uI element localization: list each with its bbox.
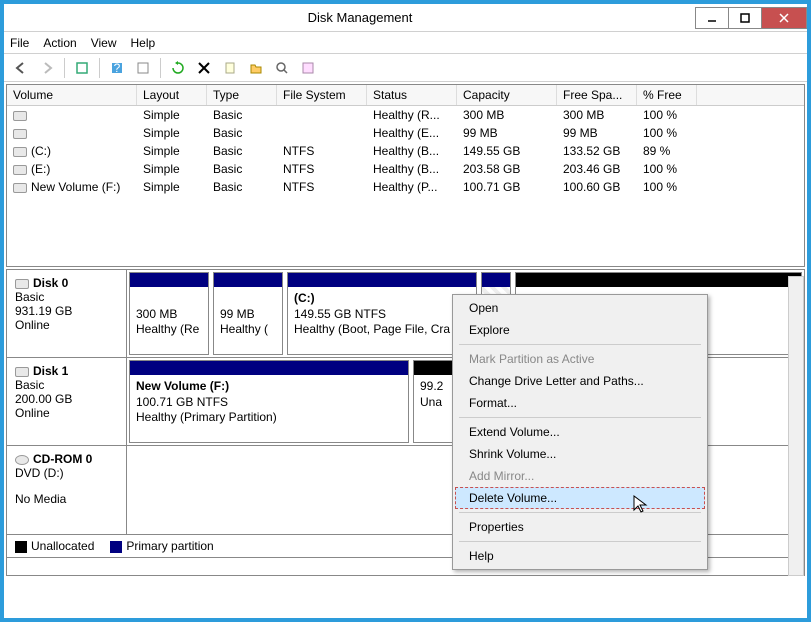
- context-menu: Open Explore Mark Partition as Active Ch…: [452, 294, 708, 570]
- svg-text:?: ?: [114, 61, 121, 75]
- help-icon[interactable]: ?: [106, 57, 128, 79]
- tool-icon[interactable]: [132, 57, 154, 79]
- ctx-change-letter[interactable]: Change Drive Letter and Paths...: [455, 370, 705, 392]
- ctx-help[interactable]: Help: [455, 545, 705, 567]
- ctx-properties[interactable]: Properties: [455, 516, 705, 538]
- volume-row[interactable]: SimpleBasicHealthy (R...300 MB300 MB100 …: [7, 106, 804, 124]
- ctx-add-mirror: Add Mirror...: [455, 465, 705, 487]
- col-pctfree[interactable]: % Free: [637, 85, 697, 105]
- ctx-extend[interactable]: Extend Volume...: [455, 421, 705, 443]
- close-button[interactable]: [761, 7, 807, 29]
- col-capacity[interactable]: Capacity: [457, 85, 557, 105]
- partition[interactable]: 99 MBHealthy (: [213, 272, 283, 355]
- properties-icon[interactable]: [219, 57, 241, 79]
- toolbar: ?: [4, 54, 807, 82]
- volume-row[interactable]: New Volume (F:)SimpleBasicNTFSHealthy (P…: [7, 178, 804, 196]
- menubar: File Action View Help: [4, 32, 807, 54]
- col-type[interactable]: Type: [207, 85, 277, 105]
- ctx-explore[interactable]: Explore: [455, 319, 705, 341]
- volume-list: Volume Layout Type File System Status Ca…: [6, 84, 805, 267]
- disk-icon: [15, 367, 29, 377]
- delete-icon[interactable]: [193, 57, 215, 79]
- window-title: Disk Management: [24, 10, 696, 25]
- volume-row[interactable]: (C:)SimpleBasicNTFSHealthy (B...149.55 G…: [7, 142, 804, 160]
- partition-unallocated[interactable]: 99.2Una: [413, 360, 453, 443]
- search-icon[interactable]: [271, 57, 293, 79]
- ctx-format[interactable]: Format...: [455, 392, 705, 414]
- options-icon[interactable]: [297, 57, 319, 79]
- col-status[interactable]: Status: [367, 85, 457, 105]
- minimize-button[interactable]: [695, 7, 729, 29]
- maximize-button[interactable]: [728, 7, 762, 29]
- titlebar: Disk Management: [4, 4, 807, 32]
- volume-row[interactable]: (E:)SimpleBasicNTFSHealthy (B...203.58 G…: [7, 160, 804, 178]
- menu-action[interactable]: Action: [43, 36, 76, 50]
- refresh-icon[interactable]: [167, 57, 189, 79]
- ctx-delete-volume[interactable]: Delete Volume...: [455, 487, 705, 509]
- menu-help[interactable]: Help: [131, 36, 156, 50]
- col-free[interactable]: Free Spa...: [557, 85, 637, 105]
- settings-icon[interactable]: [71, 57, 93, 79]
- scrollbar[interactable]: [788, 276, 804, 576]
- folder-icon[interactable]: [245, 57, 267, 79]
- forward-button[interactable]: [36, 57, 58, 79]
- col-layout[interactable]: Layout: [137, 85, 207, 105]
- partition[interactable]: New Volume (F:)100.71 GB NTFSHealthy (Pr…: [129, 360, 409, 443]
- ctx-open[interactable]: Open: [455, 297, 705, 319]
- menu-file[interactable]: File: [10, 36, 29, 50]
- partition[interactable]: (C:)149.55 GB NTFSHealthy (Boot, Page Fi…: [287, 272, 477, 355]
- back-button[interactable]: [10, 57, 32, 79]
- volume-row[interactable]: SimpleBasicHealthy (E...99 MB99 MB100 %: [7, 124, 804, 142]
- ctx-mark-active: Mark Partition as Active: [455, 348, 705, 370]
- disk-icon: [15, 279, 29, 289]
- col-filesystem[interactable]: File System: [277, 85, 367, 105]
- col-volume[interactable]: Volume: [7, 85, 137, 105]
- partition[interactable]: 300 MBHealthy (Re: [129, 272, 209, 355]
- menu-view[interactable]: View: [91, 36, 117, 50]
- cdrom-icon: [15, 455, 29, 465]
- ctx-shrink[interactable]: Shrink Volume...: [455, 443, 705, 465]
